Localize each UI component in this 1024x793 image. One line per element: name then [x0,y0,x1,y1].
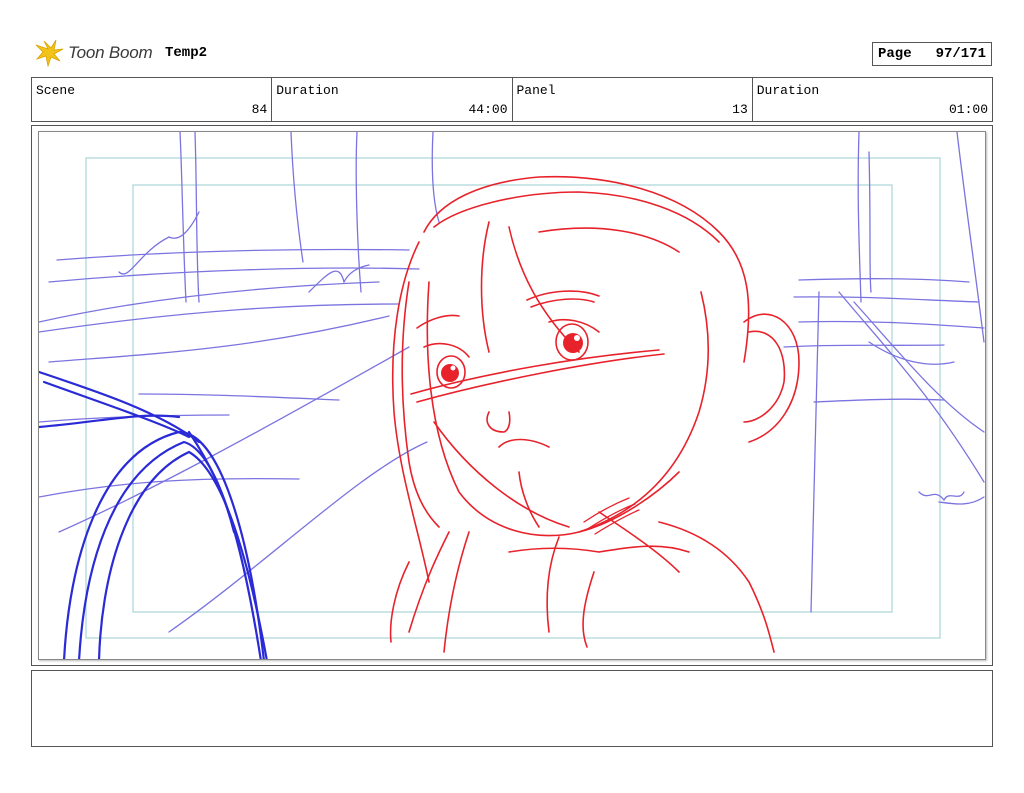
panel-label: Panel [516,83,556,98]
page-label: Page [878,46,912,62]
foreground-sketch [39,370,268,659]
brand-name: Toon Boom [68,43,153,62]
panel-info-row: Scene 84 Duration 44:00 Panel 13 Duratio… [31,77,993,122]
eye-highlights [450,335,580,371]
scene-duration-value: 44:00 [468,102,508,117]
toon-boom-logo: Toon Boom [34,38,153,68]
character-pupils [441,333,583,382]
character-sketch [389,175,800,653]
scene-label: Scene [36,83,76,98]
storyboard-panel-image[interactable] [38,131,986,660]
background-sketch [39,132,985,633]
project-name: Temp2 [165,45,208,61]
toon-boom-star-icon [35,39,64,67]
scene-cell: Scene 84 [32,78,273,121]
panel-duration-cell: Duration 01:00 [753,78,992,121]
scene-value: 84 [251,102,268,117]
scene-duration-cell: Duration 44:00 [272,78,513,121]
scene-duration-label: Duration [276,83,339,98]
panel-cell: Panel 13 [513,78,753,121]
panel-duration-label: Duration [756,83,820,98]
sketch-drawing [39,132,985,659]
panel-notes-area[interactable] [31,670,993,747]
panel-value: 13 [732,102,748,117]
panel-duration-value: 01:00 [948,102,988,117]
page-indicator: Page 97/171 [872,42,992,66]
storyboard-panel-frame [31,125,993,666]
page-number: 97/171 [935,46,986,62]
